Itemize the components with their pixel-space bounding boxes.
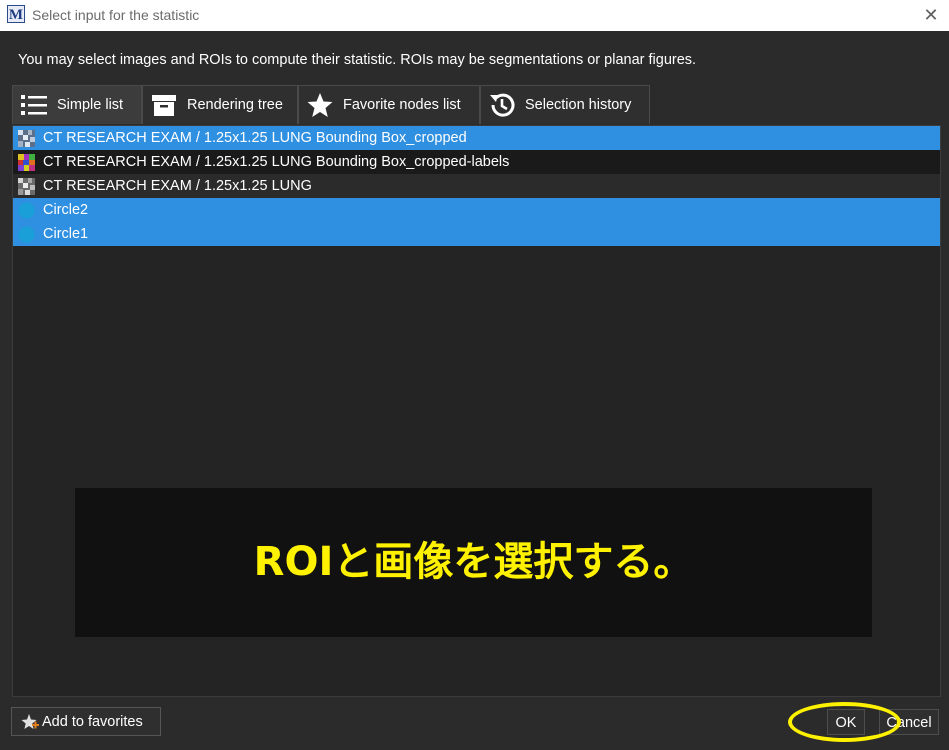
label-image-icon (18, 153, 35, 171)
add-to-favorites-button[interactable]: Add to favorites (11, 707, 161, 736)
add-to-favorites-label: Add to favorites (42, 713, 143, 730)
star-icon (305, 90, 335, 120)
window-title: Select input for the statistic (32, 7, 200, 23)
annotation-overlay: ROIと画像を選択する。 (75, 488, 872, 637)
history-icon (487, 90, 517, 120)
list-item[interactable]: CT RESEARCH EXAM / 1.25x1.25 LUNG Boundi… (13, 150, 940, 174)
dialog-description: You may select images and ROIs to comput… (18, 52, 697, 68)
ok-button[interactable]: OK (827, 709, 865, 735)
star-plus-icon (21, 713, 39, 731)
tab-label: Rendering tree (187, 97, 283, 113)
tab-favorite-nodes[interactable]: Favorite nodes list (298, 85, 480, 124)
list-item-label: CT RESEARCH EXAM / 1.25x1.25 LUNG Boundi… (43, 130, 467, 146)
archive-box-icon (149, 90, 179, 120)
close-icon[interactable]: ✕ (919, 3, 943, 27)
list-item-label: Circle1 (43, 226, 89, 242)
tab-bar: Simple list Rendering tree Favorite node… (12, 85, 650, 125)
list-item-label: CT RESEARCH EXAM / 1.25x1.25 LUNG (43, 178, 312, 194)
list-icon (19, 90, 49, 120)
list-item[interactable]: CT RESEARCH EXAM / 1.25x1.25 LUNG Boundi… (13, 126, 940, 150)
annotation-text: ROIと画像を選択する。 (253, 539, 694, 585)
list-item-label: Circle2 (43, 202, 89, 218)
list-item-label: CT RESEARCH EXAM / 1.25x1.25 LUNG Boundi… (43, 154, 510, 170)
list-item[interactable]: CT RESEARCH EXAM / 1.25x1.25 LUNG (13, 174, 940, 198)
cancel-button[interactable]: Cancel (879, 709, 939, 735)
tab-label: Favorite nodes list (343, 97, 461, 113)
circle-icon (18, 226, 35, 243)
title-bar: M Select input for the statistic ✕ (0, 0, 949, 31)
image-icon (18, 177, 35, 195)
tab-simple-list[interactable]: Simple list (12, 85, 142, 124)
circle-icon (18, 202, 35, 219)
tab-label: Selection history (525, 97, 632, 113)
list-item[interactable]: Circle2 (13, 198, 940, 222)
tab-rendering-tree[interactable]: Rendering tree (142, 85, 298, 124)
list-item[interactable]: Circle1 (13, 222, 940, 246)
image-icon (18, 129, 35, 147)
tab-selection-history[interactable]: Selection history (480, 85, 650, 124)
mitk-app-icon: M (7, 5, 25, 23)
tab-label: Simple list (57, 97, 124, 113)
